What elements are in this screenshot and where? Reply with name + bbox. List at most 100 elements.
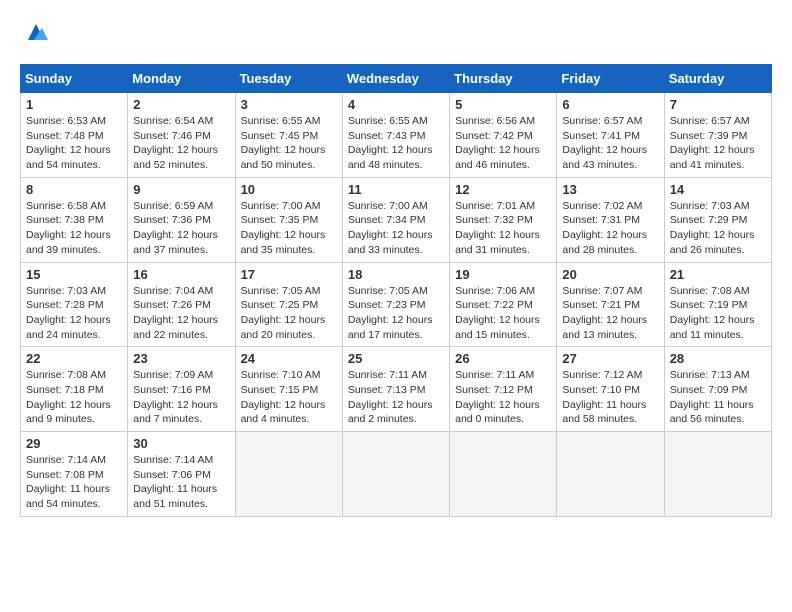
calendar-week-2: 8 Sunrise: 6:58 AMSunset: 7:38 PMDaylight… <box>21 177 772 262</box>
day-number: 8 <box>26 182 122 197</box>
day-info: Sunrise: 6:56 AMSunset: 7:42 PMDaylight:… <box>455 114 551 173</box>
day-info: Sunrise: 6:55 AMSunset: 7:45 PMDaylight:… <box>241 114 337 173</box>
calendar: SundayMondayTuesdayWednesdayThursdayFrid… <box>20 64 772 517</box>
calendar-header-tuesday: Tuesday <box>235 65 342 93</box>
day-number: 1 <box>26 97 122 112</box>
day-number: 2 <box>133 97 229 112</box>
calendar-cell: 11 Sunrise: 7:00 AMSunset: 7:34 PMDayligh… <box>342 177 449 262</box>
calendar-cell <box>664 432 771 517</box>
day-number: 18 <box>348 267 444 282</box>
day-number: 13 <box>562 182 658 197</box>
calendar-cell: 29 Sunrise: 7:14 AMSunset: 7:08 PMDayligh… <box>21 432 128 517</box>
day-number: 22 <box>26 351 122 366</box>
calendar-cell: 16 Sunrise: 7:04 AMSunset: 7:26 PMDayligh… <box>128 262 235 347</box>
calendar-cell <box>557 432 664 517</box>
calendar-cell: 30 Sunrise: 7:14 AMSunset: 7:06 PMDayligh… <box>128 432 235 517</box>
day-info: Sunrise: 7:03 AMSunset: 7:28 PMDaylight:… <box>26 284 122 343</box>
calendar-week-4: 22Sunrise: 7:08 AMSunset: 7:18 PMDayligh… <box>21 347 772 432</box>
day-number: 5 <box>455 97 551 112</box>
day-number: 27 <box>562 351 658 366</box>
calendar-cell: 24Sunrise: 7:10 AMSunset: 7:15 PMDayligh… <box>235 347 342 432</box>
day-info: Sunrise: 7:05 AMSunset: 7:25 PMDaylight:… <box>241 284 337 343</box>
calendar-cell: 14 Sunrise: 7:03 AMSunset: 7:29 PMDayligh… <box>664 177 771 262</box>
day-info: Sunrise: 7:10 AMSunset: 7:15 PMDaylight:… <box>241 368 337 427</box>
day-number: 11 <box>348 182 444 197</box>
day-info: Sunrise: 7:00 AMSunset: 7:35 PMDaylight:… <box>241 199 337 258</box>
calendar-cell: 12 Sunrise: 7:01 AMSunset: 7:32 PMDayligh… <box>450 177 557 262</box>
calendar-cell <box>342 432 449 517</box>
calendar-header-friday: Friday <box>557 65 664 93</box>
calendar-cell: 3 Sunrise: 6:55 AMSunset: 7:45 PMDaylight… <box>235 93 342 178</box>
calendar-cell: 7 Sunrise: 6:57 AMSunset: 7:39 PMDaylight… <box>664 93 771 178</box>
day-number: 9 <box>133 182 229 197</box>
day-number: 4 <box>348 97 444 112</box>
calendar-cell: 15 Sunrise: 7:03 AMSunset: 7:28 PMDayligh… <box>21 262 128 347</box>
day-number: 20 <box>562 267 658 282</box>
day-number: 28 <box>670 351 766 366</box>
day-number: 15 <box>26 267 122 282</box>
day-number: 12 <box>455 182 551 197</box>
calendar-cell: 9 Sunrise: 6:59 AMSunset: 7:36 PMDaylight… <box>128 177 235 262</box>
calendar-cell: 27 Sunrise: 7:12 AMSunset: 7:10 PMDayligh… <box>557 347 664 432</box>
calendar-week-5: 29 Sunrise: 7:14 AMSunset: 7:08 PMDayligh… <box>21 432 772 517</box>
calendar-header-row: SundayMondayTuesdayWednesdayThursdayFrid… <box>21 65 772 93</box>
calendar-cell: 20 Sunrise: 7:07 AMSunset: 7:21 PMDayligh… <box>557 262 664 347</box>
day-info: Sunrise: 7:07 AMSunset: 7:21 PMDaylight:… <box>562 284 658 343</box>
day-number: 21 <box>670 267 766 282</box>
day-info: Sunrise: 7:08 AMSunset: 7:19 PMDaylight:… <box>670 284 766 343</box>
calendar-cell <box>450 432 557 517</box>
day-info: Sunrise: 6:53 AMSunset: 7:48 PMDaylight:… <box>26 114 122 173</box>
calendar-header-sunday: Sunday <box>21 65 128 93</box>
calendar-week-1: 1 Sunrise: 6:53 AMSunset: 7:48 PMDaylight… <box>21 93 772 178</box>
day-info: Sunrise: 7:00 AMSunset: 7:34 PMDaylight:… <box>348 199 444 258</box>
calendar-header-saturday: Saturday <box>664 65 771 93</box>
calendar-cell: 2Sunrise: 6:54 AMSunset: 7:46 PMDaylight… <box>128 93 235 178</box>
day-info: Sunrise: 7:09 AMSunset: 7:16 PMDaylight:… <box>133 368 229 427</box>
day-number: 30 <box>133 436 229 451</box>
day-info: Sunrise: 7:13 AMSunset: 7:09 PMDaylight:… <box>670 368 766 427</box>
logo <box>20 20 50 48</box>
day-number: 6 <box>562 97 658 112</box>
calendar-header-monday: Monday <box>128 65 235 93</box>
calendar-cell: 5 Sunrise: 6:56 AMSunset: 7:42 PMDaylight… <box>450 93 557 178</box>
calendar-cell: 28 Sunrise: 7:13 AMSunset: 7:09 PMDayligh… <box>664 347 771 432</box>
calendar-cell: 19Sunrise: 7:06 AMSunset: 7:22 PMDayligh… <box>450 262 557 347</box>
calendar-cell: 23 Sunrise: 7:09 AMSunset: 7:16 PMDayligh… <box>128 347 235 432</box>
day-info: Sunrise: 6:58 AMSunset: 7:38 PMDaylight:… <box>26 199 122 258</box>
day-info: Sunrise: 7:12 AMSunset: 7:10 PMDaylight:… <box>562 368 658 427</box>
day-info: Sunrise: 6:57 AMSunset: 7:41 PMDaylight:… <box>562 114 658 173</box>
day-number: 16 <box>133 267 229 282</box>
day-info: Sunrise: 7:14 AMSunset: 7:06 PMDaylight:… <box>133 453 229 512</box>
day-info: Sunrise: 7:11 AMSunset: 7:13 PMDaylight:… <box>348 368 444 427</box>
day-info: Sunrise: 7:14 AMSunset: 7:08 PMDaylight:… <box>26 453 122 512</box>
day-number: 23 <box>133 351 229 366</box>
day-number: 14 <box>670 182 766 197</box>
day-number: 10 <box>241 182 337 197</box>
day-number: 3 <box>241 97 337 112</box>
calendar-cell: 6 Sunrise: 6:57 AMSunset: 7:41 PMDaylight… <box>557 93 664 178</box>
calendar-cell: 25 Sunrise: 7:11 AMSunset: 7:13 PMDayligh… <box>342 347 449 432</box>
day-info: Sunrise: 6:59 AMSunset: 7:36 PMDaylight:… <box>133 199 229 258</box>
day-info: Sunrise: 7:05 AMSunset: 7:23 PMDaylight:… <box>348 284 444 343</box>
day-info: Sunrise: 7:06 AMSunset: 7:22 PMDaylight:… <box>455 284 551 343</box>
calendar-cell: 1 Sunrise: 6:53 AMSunset: 7:48 PMDaylight… <box>21 93 128 178</box>
day-number: 29 <box>26 436 122 451</box>
day-number: 25 <box>348 351 444 366</box>
logo-icon <box>22 20 50 48</box>
calendar-header-wednesday: Wednesday <box>342 65 449 93</box>
day-info: Sunrise: 7:01 AMSunset: 7:32 PMDaylight:… <box>455 199 551 258</box>
day-number: 17 <box>241 267 337 282</box>
calendar-cell: 26 Sunrise: 7:11 AMSunset: 7:12 PMDayligh… <box>450 347 557 432</box>
day-info: Sunrise: 7:04 AMSunset: 7:26 PMDaylight:… <box>133 284 229 343</box>
calendar-cell: 17 Sunrise: 7:05 AMSunset: 7:25 PMDayligh… <box>235 262 342 347</box>
day-info: Sunrise: 6:57 AMSunset: 7:39 PMDaylight:… <box>670 114 766 173</box>
calendar-cell <box>235 432 342 517</box>
calendar-cell: 8 Sunrise: 6:58 AMSunset: 7:38 PMDaylight… <box>21 177 128 262</box>
day-number: 7 <box>670 97 766 112</box>
day-info: Sunrise: 7:02 AMSunset: 7:31 PMDaylight:… <box>562 199 658 258</box>
day-info: Sunrise: 7:03 AMSunset: 7:29 PMDaylight:… <box>670 199 766 258</box>
day-info: Sunrise: 7:11 AMSunset: 7:12 PMDaylight:… <box>455 368 551 427</box>
calendar-cell: 10 Sunrise: 7:00 AMSunset: 7:35 PMDayligh… <box>235 177 342 262</box>
calendar-cell: 18 Sunrise: 7:05 AMSunset: 7:23 PMDayligh… <box>342 262 449 347</box>
day-number: 26 <box>455 351 551 366</box>
